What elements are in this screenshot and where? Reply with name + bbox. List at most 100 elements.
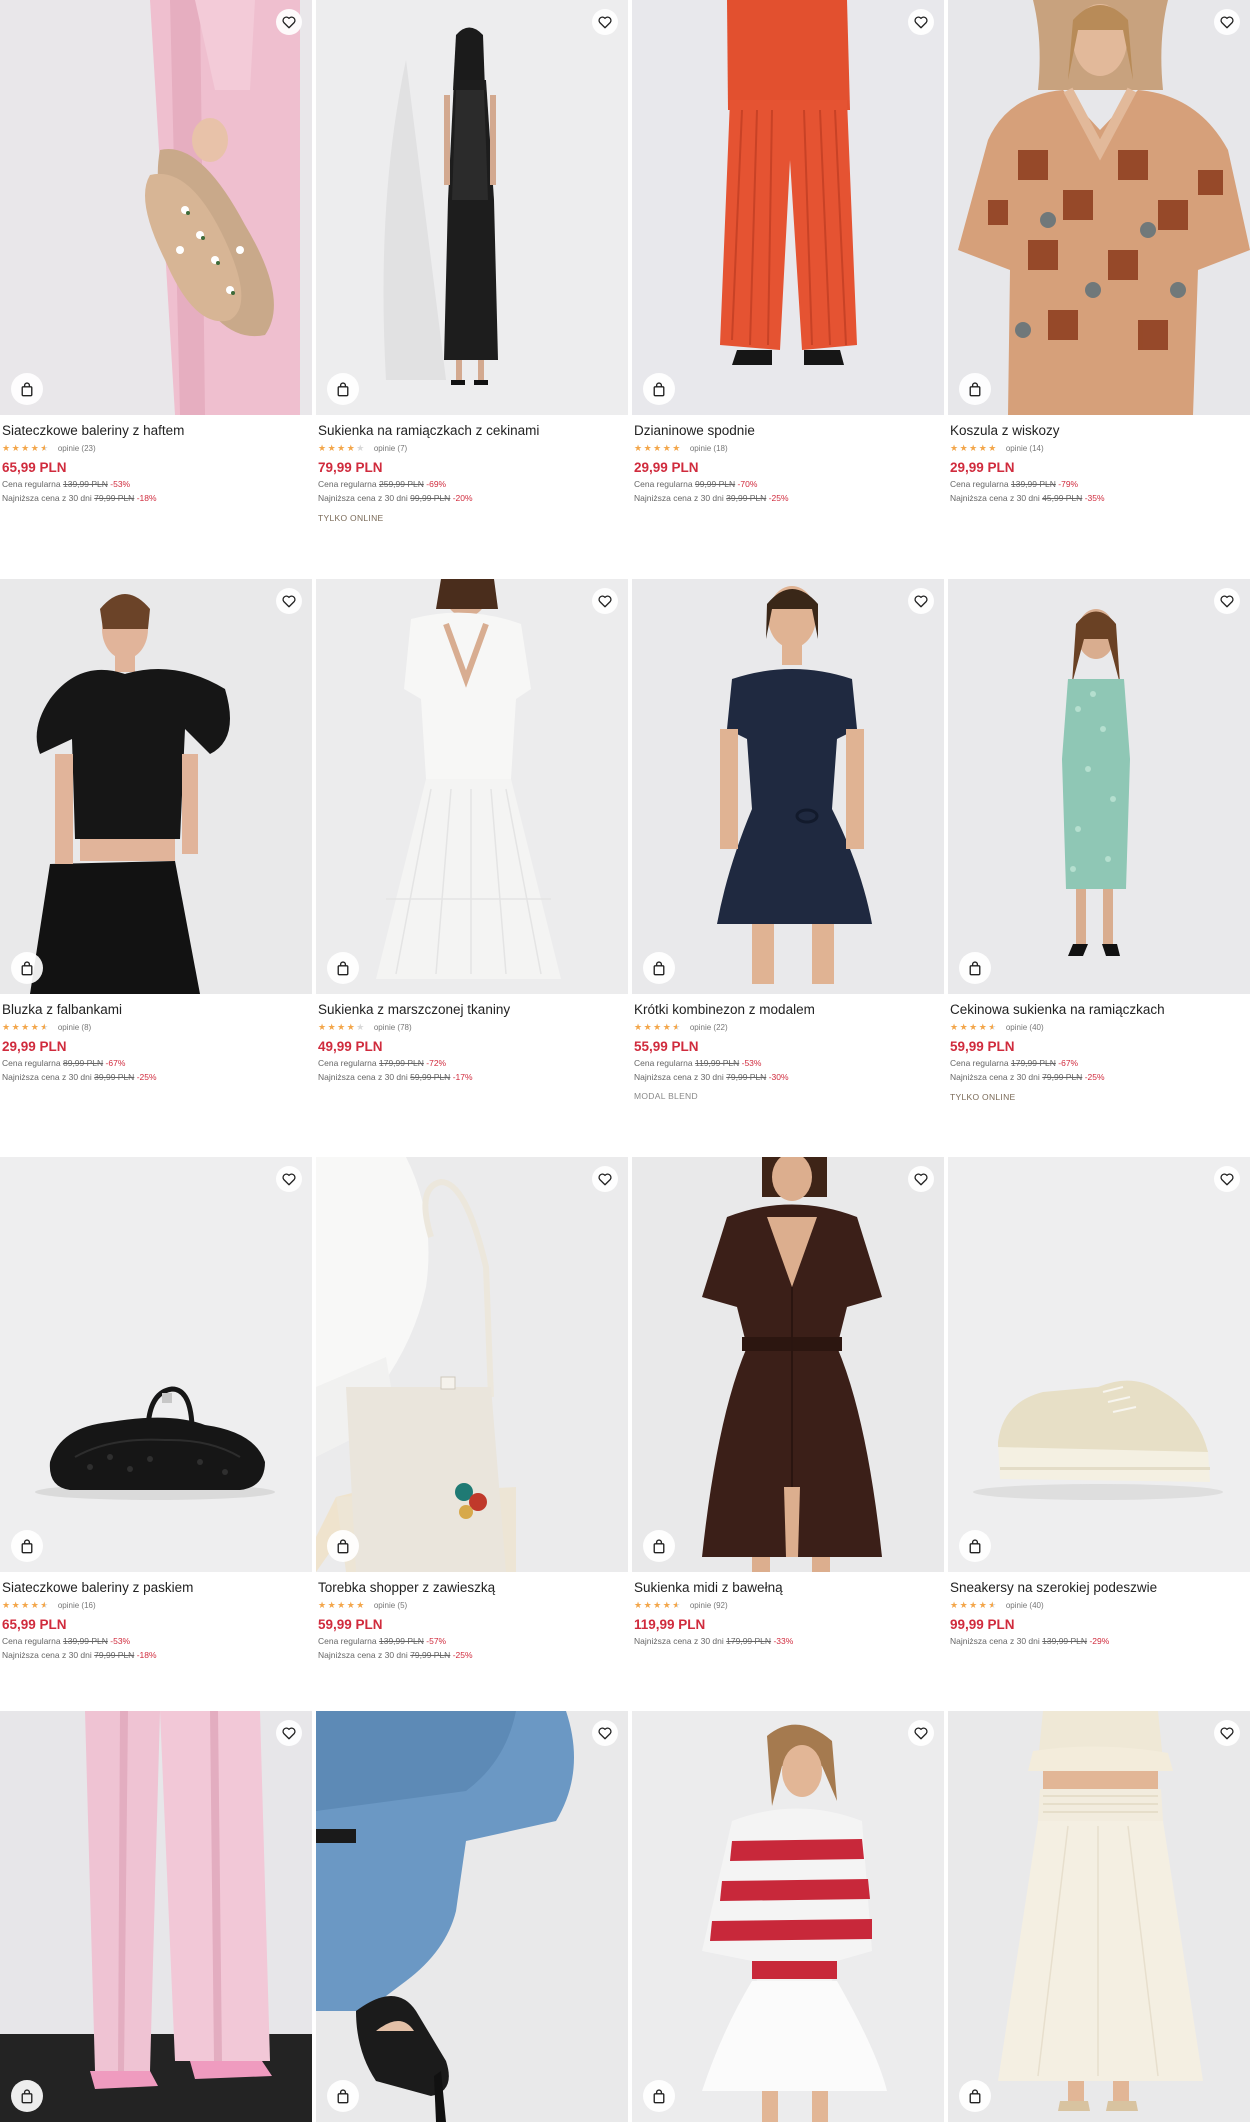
product-name[interactable]: Siateczkowe baleriny z haftem — [2, 422, 312, 439]
product-image[interactable] — [948, 1157, 1250, 1572]
product-image[interactable] — [632, 579, 944, 994]
add-to-wishlist-button[interactable] — [1214, 9, 1240, 35]
product-image[interactable] — [316, 1711, 628, 2122]
add-to-cart-button[interactable] — [643, 1530, 675, 1562]
product-image[interactable] — [0, 0, 312, 415]
add-to-cart-button[interactable] — [327, 2080, 359, 2112]
regular-price-line: Cena regularna 139,99 PLN -79% — [950, 479, 1250, 490]
product-card[interactable]: Siateczkowe baleriny z paskiem ★★★★★ opi… — [0, 1157, 312, 1661]
product-image[interactable] — [0, 579, 312, 994]
review-count[interactable]: opinie (92) — [690, 1600, 728, 1611]
review-count[interactable]: opinie (40) — [1006, 1022, 1044, 1033]
review-count[interactable]: opinie (5) — [374, 1600, 407, 1611]
product-card[interactable]: Cekinowa sukienka na ramiączkach ★★★★★ o… — [948, 579, 1250, 1103]
add-to-wishlist-button[interactable] — [276, 588, 302, 614]
review-count[interactable]: opinie (78) — [374, 1022, 412, 1033]
product-image[interactable] — [0, 1157, 312, 1572]
product-card[interactable]: Sneakersy na szerokiej podeszwie ★★★★★ o… — [948, 1157, 1250, 1647]
add-to-wishlist-button[interactable] — [908, 9, 934, 35]
add-to-wishlist-button[interactable] — [276, 1166, 302, 1192]
product-card[interactable] — [948, 1711, 1250, 2122]
product-image[interactable] — [632, 1711, 944, 2122]
add-to-wishlist-button[interactable] — [1214, 588, 1240, 614]
product-card[interactable]: Sukienka midi z bawełną ★★★★★ opinie (92… — [632, 1157, 944, 1647]
add-to-wishlist-button[interactable] — [1214, 1720, 1240, 1746]
product-card[interactable]: Sukienka na ramiączkach z cekinami ★★★★★… — [316, 0, 628, 524]
product-name[interactable]: Koszula z wiskozy — [950, 422, 1250, 439]
product-name[interactable]: Sukienka na ramiączkach z cekinami — [318, 422, 628, 439]
product-image[interactable] — [948, 1711, 1250, 2122]
product-card[interactable]: Krótki kombinezon z modalem ★★★★★ opinie… — [632, 579, 944, 1102]
add-to-wishlist-button[interactable] — [276, 9, 302, 35]
product-image[interactable] — [948, 579, 1250, 994]
product-name[interactable]: Sneakersy na szerokiej podeszwie — [950, 1579, 1250, 1596]
regular-price-label: Cena regularna — [950, 1058, 1009, 1068]
add-to-cart-button[interactable] — [643, 952, 675, 984]
add-to-wishlist-button[interactable] — [276, 1720, 302, 1746]
product-image[interactable] — [316, 1157, 628, 1572]
review-count[interactable]: opinie (16) — [58, 1600, 96, 1611]
product-image[interactable] — [316, 579, 628, 994]
product-name[interactable]: Bluzka z falbankami — [2, 1001, 312, 1018]
add-to-cart-button[interactable] — [327, 952, 359, 984]
shopping-bag-icon — [969, 2088, 981, 2103]
product-photo — [316, 1711, 628, 2122]
add-to-cart-button[interactable] — [959, 2080, 991, 2112]
product-card[interactable] — [316, 1711, 628, 2122]
product-name[interactable]: Torebka shopper z zawieszką — [318, 1579, 628, 1596]
add-to-wishlist-button[interactable] — [592, 1720, 618, 1746]
add-to-cart-button[interactable] — [959, 1530, 991, 1562]
review-count[interactable]: opinie (14) — [1006, 443, 1044, 454]
regular-price-line: Cena regularna 139,99 PLN -53% — [2, 1636, 312, 1647]
add-to-cart-button[interactable] — [327, 373, 359, 405]
add-to-cart-button[interactable] — [11, 2080, 43, 2112]
review-count[interactable]: opinie (40) — [1006, 1600, 1044, 1611]
product-card[interactable]: Siateczkowe baleriny z haftem ★★★★★ opin… — [0, 0, 312, 504]
product-card[interactable]: Sukienka z marszczonej tkaniny ★★★★★ opi… — [316, 579, 628, 1083]
product-image[interactable] — [316, 0, 628, 415]
add-to-cart-button[interactable] — [643, 373, 675, 405]
add-to-cart-button[interactable] — [11, 952, 43, 984]
shopping-bag-icon — [337, 1538, 349, 1553]
product-card[interactable]: Bluzka z falbankami ★★★★★ opinie (8) 29,… — [0, 579, 312, 1083]
product-card[interactable]: Torebka shopper z zawieszką ★★★★★ opinie… — [316, 1157, 628, 1661]
product-image[interactable] — [0, 1711, 312, 2122]
product-name[interactable]: Krótki kombinezon z modalem — [634, 1001, 944, 1018]
review-count[interactable]: opinie (7) — [374, 443, 407, 454]
product-image[interactable] — [948, 0, 1250, 415]
add-to-wishlist-button[interactable] — [592, 1166, 618, 1192]
add-to-wishlist-button[interactable] — [1214, 1166, 1240, 1192]
add-to-cart-button[interactable] — [643, 2080, 675, 2112]
product-card[interactable]: Dzianinowe spodnie ★★★★★ opinie (18) 29,… — [632, 0, 944, 504]
product-image[interactable] — [632, 0, 944, 415]
product-image[interactable] — [632, 1157, 944, 1572]
product-card[interactable] — [0, 1711, 312, 2122]
add-to-cart-button[interactable] — [959, 373, 991, 405]
review-count[interactable]: opinie (22) — [690, 1022, 728, 1033]
product-name[interactable]: Dzianinowe spodnie — [634, 422, 944, 439]
review-count[interactable]: opinie (23) — [58, 443, 96, 454]
add-to-wishlist-button[interactable] — [592, 9, 618, 35]
regular-price-line: Cena regularna 139,99 PLN -53% — [2, 479, 312, 490]
product-name[interactable]: Sukienka midi z bawełną — [634, 1579, 944, 1596]
add-to-wishlist-button[interactable] — [592, 588, 618, 614]
add-to-wishlist-button[interactable] — [908, 588, 934, 614]
product-card[interactable]: Koszula z wiskozy ★★★★★ opinie (14) 29,9… — [948, 0, 1250, 504]
add-to-cart-button[interactable] — [959, 952, 991, 984]
star-icon: ★★★★★ — [950, 443, 998, 453]
add-to-wishlist-button[interactable] — [908, 1166, 934, 1192]
add-to-cart-button[interactable] — [11, 1530, 43, 1562]
product-name[interactable]: Cekinowa sukienka na ramiączkach — [950, 1001, 1250, 1018]
add-to-wishlist-button[interactable] — [908, 1720, 934, 1746]
product-name[interactable]: Sukienka z marszczonej tkaniny — [318, 1001, 628, 1018]
product-name[interactable]: Siateczkowe baleriny z paskiem — [2, 1579, 312, 1596]
regular-price: 99,99 PLN — [694, 479, 736, 489]
add-to-cart-button[interactable] — [327, 1530, 359, 1562]
review-count[interactable]: opinie (8) — [58, 1022, 91, 1033]
add-to-cart-button[interactable] — [11, 373, 43, 405]
review-count[interactable]: opinie (18) — [690, 443, 728, 454]
product-rating: ★★★★★ opinie (18) — [634, 443, 944, 454]
product-card[interactable] — [632, 1711, 944, 2122]
product-tag: TYLKO ONLINE — [950, 1092, 1016, 1102]
product-photo — [316, 1157, 628, 1572]
